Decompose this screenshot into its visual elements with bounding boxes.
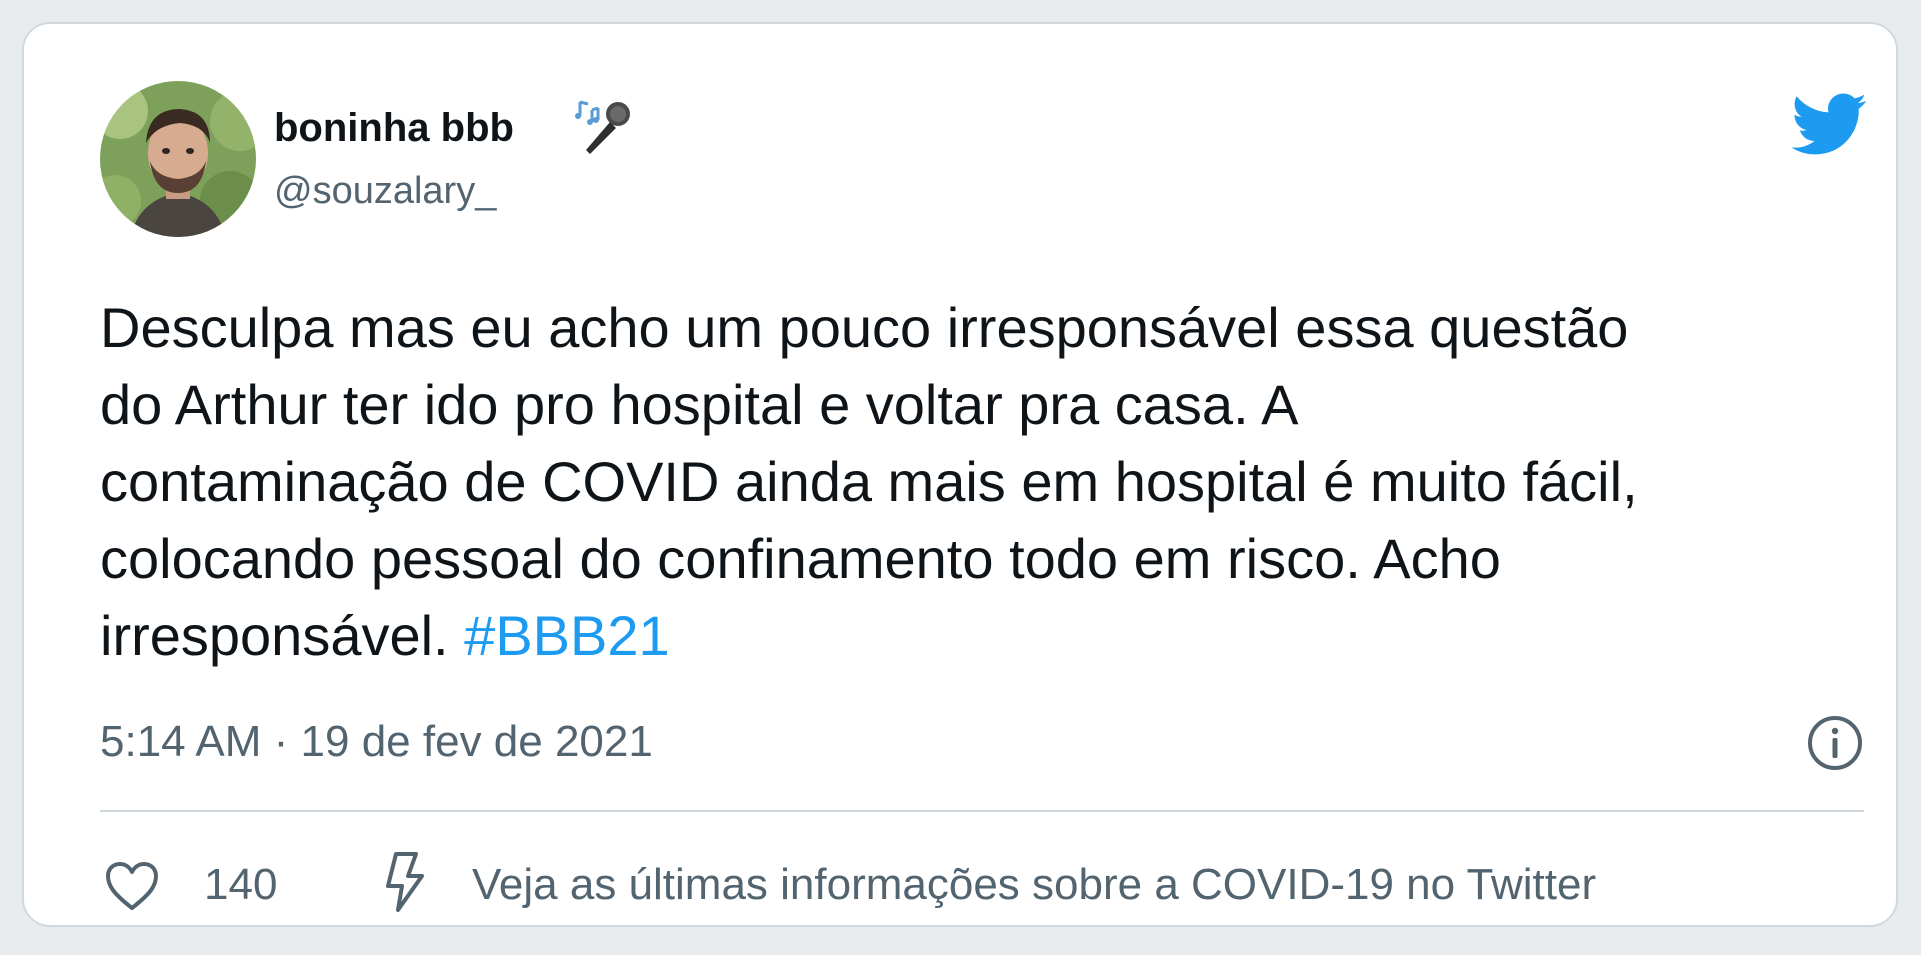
tweet-card[interactable]: boninha bbb @souzalary_ Desculpa mas eu … [22, 22, 1898, 927]
tweet-timestamp[interactable]: 5:14 AM · 19 de fev de 2021 [100, 717, 653, 767]
tweet-text-line: contaminação de COVID ainda mais em hosp… [100, 450, 1638, 513]
author-handle[interactable]: @souzalary_ [274, 170, 496, 213]
info-icon[interactable] [1806, 714, 1864, 772]
tweet-text-line: do Arthur ter ido pro hospital e voltar … [100, 373, 1299, 436]
tweet-text-line: irresponsável. [100, 604, 465, 667]
bolt-icon [382, 850, 426, 914]
tweet-text-line: colocando pessoal do confinamento todo e… [100, 527, 1501, 590]
tweet-text-last-line: irresponsável. #BBB21 [100, 597, 1890, 674]
author-display-name[interactable]: boninha bbb [274, 106, 514, 151]
twitter-bird-icon[interactable] [1788, 91, 1868, 157]
like-count[interactable]: 140 [204, 860, 277, 910]
microphone-music-icon [572, 98, 634, 160]
heart-icon[interactable] [104, 860, 160, 912]
tweet-text-line: Desculpa mas eu acho um pouco irresponsá… [100, 296, 1629, 359]
divider [100, 810, 1864, 812]
avatar[interactable] [100, 81, 256, 237]
tweet-text: Desculpa mas eu acho um pouco irresponsá… [100, 289, 1890, 674]
covid-info-link[interactable]: Veja as últimas informações sobre a COVI… [472, 860, 1596, 910]
hashtag-link[interactable]: #BBB21 [464, 604, 670, 667]
